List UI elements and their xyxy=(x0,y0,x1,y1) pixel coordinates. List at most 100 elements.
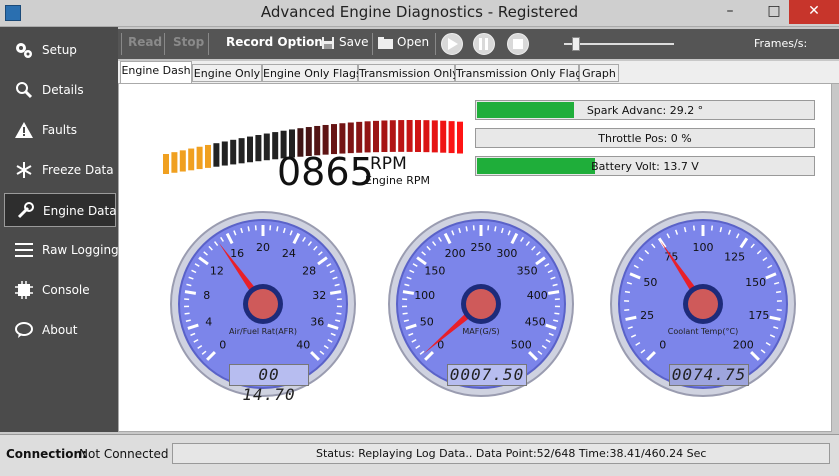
gauge-tick xyxy=(770,317,781,319)
gauge-tick-label: 500 xyxy=(511,338,532,351)
toolbar-separator xyxy=(208,33,209,55)
gauge-tick xyxy=(403,313,408,314)
rpm-segment xyxy=(197,147,203,169)
sidebar-item-setup[interactable]: Setup xyxy=(4,33,116,67)
pause-button[interactable] xyxy=(473,33,495,55)
gauge-tick xyxy=(553,320,558,321)
gauge-tick xyxy=(330,292,341,294)
gauge-tick xyxy=(335,320,340,321)
save-button[interactable]: Save xyxy=(339,35,368,49)
gauge-tick-label: 100 xyxy=(693,241,714,254)
playback-slider-thumb[interactable] xyxy=(572,37,580,51)
gauge-hub xyxy=(248,289,278,319)
tab-graph[interactable]: Graph xyxy=(579,64,619,82)
sidebar-item-label: Details xyxy=(42,83,84,97)
read-button[interactable]: Read xyxy=(128,35,162,49)
gauge-tick xyxy=(712,226,713,231)
rpm-segment xyxy=(440,121,446,153)
toolbar-separator xyxy=(164,33,165,55)
play-icon xyxy=(448,38,458,50)
sidebar-item-freeze-data[interactable]: Freeze Data xyxy=(4,153,116,187)
rpm-value: 0865 xyxy=(277,150,374,194)
close-button[interactable]: ✕ xyxy=(789,0,839,24)
gauge-tick-label: 4 xyxy=(205,316,212,329)
rpm-segment xyxy=(255,135,261,161)
rpm-label: Engine RPM xyxy=(365,174,430,187)
rpm-segment xyxy=(381,120,387,152)
sidebar-item-console[interactable]: Console xyxy=(4,273,116,307)
status-text: Status: Replaying Log Data.. Data Point:… xyxy=(316,447,706,460)
sidebar-item-faults[interactable]: Faults xyxy=(4,113,116,147)
gauge-tick xyxy=(554,313,559,314)
gauge-tick xyxy=(466,226,467,231)
toolbar-separator xyxy=(435,33,436,55)
gauge-tick xyxy=(403,292,414,294)
gauge-tick xyxy=(548,292,559,294)
rpm-segment xyxy=(407,120,413,152)
engine-dash-panel: 0865 RPM Engine RPM Spark Advanc: 29.2 °… xyxy=(118,83,832,432)
sidebar-item-label: Console xyxy=(42,283,90,297)
speech-bubble-icon xyxy=(14,321,34,339)
gauge-tick-label: 150 xyxy=(424,264,445,277)
play-button[interactable] xyxy=(441,33,463,55)
sidebar: Setup Details Faults Freeze Data Engine … xyxy=(0,27,118,432)
tab-engine-only-flags[interactable]: Engine Only Flags xyxy=(262,64,358,82)
stop-button[interactable]: Stop xyxy=(173,35,204,49)
gauge-tick xyxy=(336,313,341,314)
gauge-tick-label: 200 xyxy=(733,338,754,351)
sidebar-item-label: About xyxy=(42,323,77,337)
connection-value: Not Connected xyxy=(79,447,168,461)
stop-playback-button[interactable] xyxy=(507,33,529,55)
rpm-segment xyxy=(432,120,438,152)
gauge-tick-label: 400 xyxy=(527,289,548,302)
gauge-tick xyxy=(626,317,637,319)
floppy-disk-icon xyxy=(321,36,335,50)
tab-transmission-only-flags[interactable]: Transmission Only Flags xyxy=(455,64,579,82)
minimize-button[interactable]: – xyxy=(708,0,752,24)
sidebar-item-about[interactable]: About xyxy=(4,313,116,347)
gauge-tick-label: 50 xyxy=(643,276,657,289)
sidebar-item-label: Freeze Data xyxy=(42,163,114,177)
open-button[interactable]: Open xyxy=(397,35,429,49)
hamburger-icon xyxy=(14,241,34,259)
tab-engine-only[interactable]: Engine Only xyxy=(192,64,262,82)
playback-slider-track[interactable] xyxy=(564,43,674,45)
sidebar-item-label: Engine Data xyxy=(43,204,117,218)
gauge-tick-label: 200 xyxy=(445,247,466,260)
gauge-tick xyxy=(277,226,278,231)
gauge-tick-label: 350 xyxy=(517,264,538,277)
throttle-position-bar: Throttle Pos: 0 % xyxy=(475,128,815,148)
warning-icon xyxy=(14,121,34,139)
gauge-hub xyxy=(466,289,496,319)
gauge-tick-label: 32 xyxy=(312,289,326,302)
rpm-segment xyxy=(222,141,228,165)
gauge-hub xyxy=(688,289,718,319)
gauge-tick-label: 300 xyxy=(496,247,517,260)
gauge-tick-label: 8 xyxy=(203,289,210,302)
connection-label: Connection: xyxy=(6,447,87,461)
gauge-tick-label: 250 xyxy=(471,241,492,254)
sidebar-item-details[interactable]: Details xyxy=(4,73,116,107)
gauge-tick xyxy=(404,320,409,321)
rpm-segment xyxy=(449,121,455,153)
rpm-segment xyxy=(213,143,219,167)
gauge-tick-label: 36 xyxy=(310,316,324,329)
status-box: Status: Replaying Log Data.. Data Point:… xyxy=(172,443,830,464)
gauge-tick xyxy=(495,226,496,231)
sidebar-item-engine-data[interactable]: Engine Data xyxy=(4,193,116,227)
afr-readout: 00 14.70 xyxy=(229,364,309,386)
toolbar-separator xyxy=(121,33,122,55)
rpm-segment xyxy=(205,145,211,168)
rpm-unit: RPM xyxy=(370,154,407,174)
tab-engine-dash[interactable]: Engine Dash xyxy=(120,61,192,83)
gauge-tick-label: 24 xyxy=(282,247,296,260)
gauge-tick-label: 16 xyxy=(230,247,244,260)
gauge-label: Air/Fuel Rat(AFR) xyxy=(229,327,297,336)
bar-text: Spark Advanc: 29.2 ° xyxy=(476,104,814,117)
sidebar-item-raw-logging[interactable]: Raw Logging xyxy=(4,233,116,267)
rpm-segment xyxy=(230,140,236,165)
tab-transmission-only[interactable]: Transmission Only xyxy=(358,64,455,82)
gauge-tick-label: 175 xyxy=(748,309,769,322)
gauge-tick-label: 40 xyxy=(296,338,310,351)
rpm-segment xyxy=(171,152,177,173)
